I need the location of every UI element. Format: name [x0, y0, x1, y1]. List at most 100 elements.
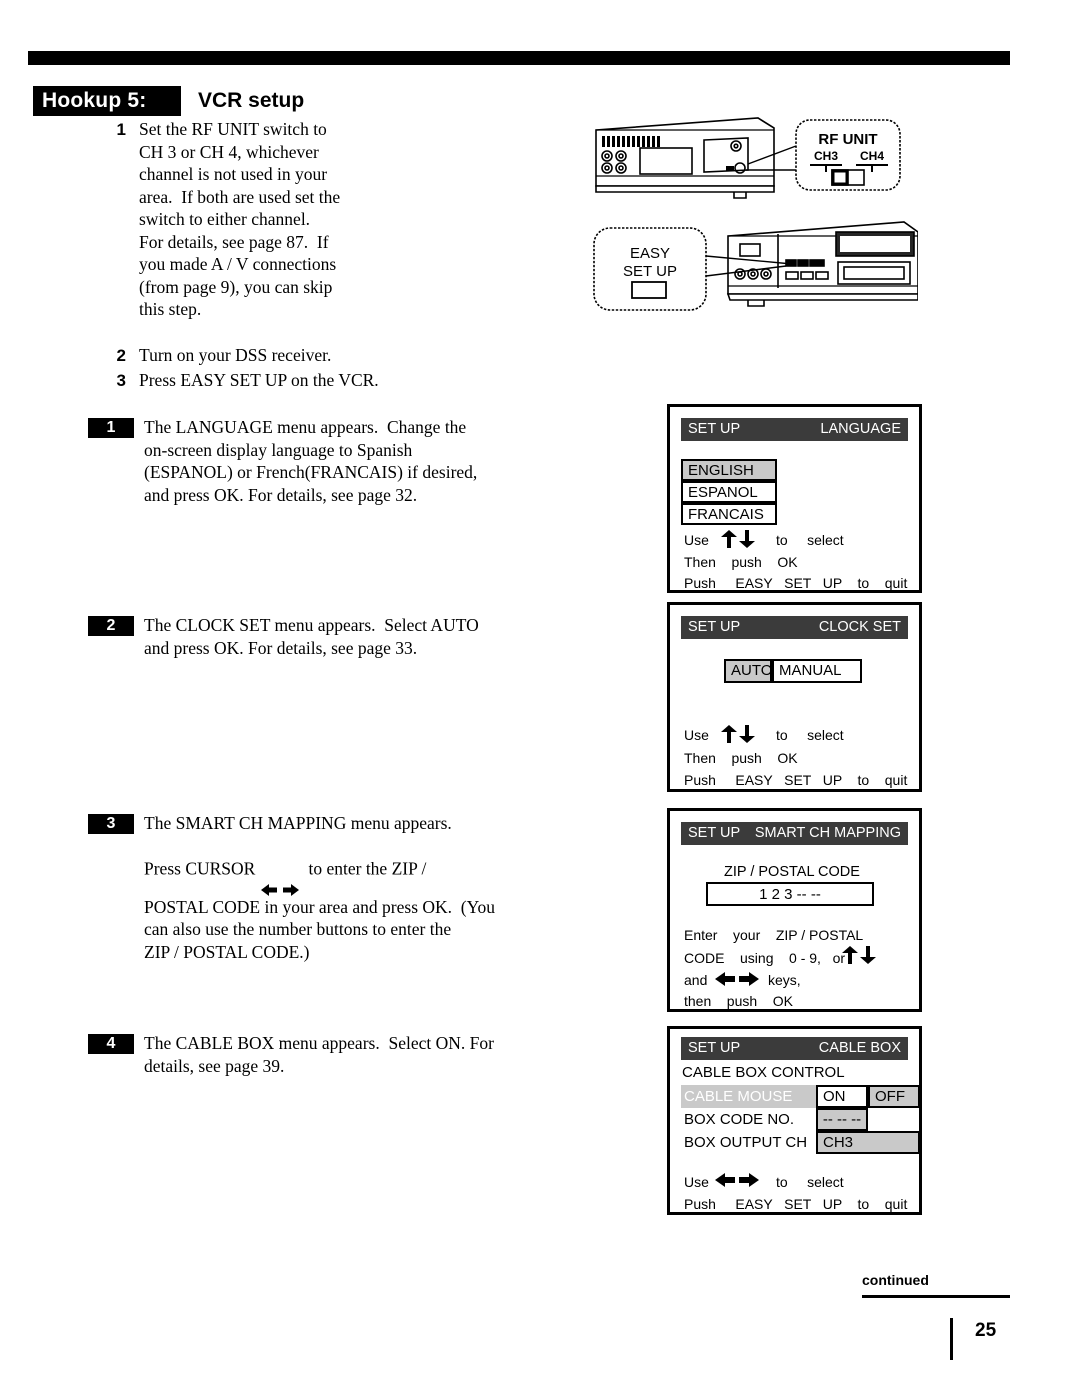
osd-cable-title-right: CABLE BOX [818, 1040, 901, 1056]
hookup-badge: Hookup 5: [33, 86, 181, 116]
osd-option-english[interactable]: ENGLISH [681, 459, 777, 481]
osd-clock-title-right: CLOCK SET [818, 619, 901, 635]
substep-1-line-4: and press OK. For details, see page 32. [144, 484, 418, 505]
easy-label-line2: SET UP [623, 263, 677, 280]
osd-clock-title-left: SET UP [688, 619, 741, 635]
step-1-line-7: you made A / V connections [139, 254, 337, 274]
substep-3-line-1: The SMART CH MAPPING menu appears. [144, 813, 452, 833]
step-1: 1 Set the RF UNIT switch to CH 3 or CH 4… [96, 118, 436, 321]
left-right-arrows-icon [714, 970, 760, 988]
substep-1-number: 1 [88, 418, 134, 438]
osd-language-hint-use: Use [684, 532, 709, 548]
osd-language-hint-select: to select [776, 532, 844, 548]
osd-option-manual[interactable]: MANUAL [772, 659, 862, 683]
osd-smart-hint-3: and [684, 972, 708, 988]
osd-smart-hint-1: Enter your ZIP / POSTAL [684, 927, 864, 943]
substep-4-line-2: details, see page 39. [144, 1055, 285, 1076]
osd-smart-titlebar: SET UP SMART CH MAPPING [681, 822, 908, 845]
zip-postal-code-field[interactable]: 1 2 3 -- -- [706, 882, 874, 906]
osd-cable-hint-use: Use [684, 1174, 709, 1190]
osd-cable-title-left: SET UP [688, 1040, 741, 1056]
osd-language-title-left: SET UP [688, 421, 741, 437]
osd-cable-hint-select: to select [776, 1174, 844, 1190]
substep-4-number: 4 [88, 1034, 134, 1054]
osd-smart-title-right: SMART CH MAPPING [754, 825, 901, 841]
osd-cable-hint-quit: Push EASY SET UP to quit [684, 1196, 908, 1212]
step-2: 2 Turn on your DSS receiver. [96, 344, 496, 368]
step-3: 3 Press EASY SET UP on the VCR. [96, 369, 496, 393]
easy-label-line1: EASY [630, 245, 670, 262]
continued-rule [862, 1295, 1010, 1298]
ch3-label: CH3 [814, 149, 838, 163]
osd-clock-titlebar: SET UP CLOCK SET [681, 616, 908, 639]
step-1-line-9: this step. [139, 299, 202, 319]
manual-page: Hookup 5: VCR setup 1 Set the RF UNIT sw… [0, 0, 1080, 1397]
cable-mouse-on-option[interactable]: ON [816, 1085, 868, 1108]
osd-option-francais[interactable]: FRANCAIS [681, 503, 777, 525]
step-1-line-3: channel is not used in your [139, 164, 328, 184]
osd-cable-titlebar: SET UP CABLE BOX [681, 1037, 908, 1060]
vcr-illustration: RF UNIT CH3 CH4 EASY SET UP [588, 108, 918, 323]
substep-3-body: The SMART CH MAPPING menu appears. Press… [144, 812, 495, 963]
osd-option-auto[interactable]: AUTO [724, 659, 772, 683]
osd-clock-hint-use: Use [684, 727, 709, 743]
osd-language-hint-quit: Push EASY SET UP to quit [684, 575, 908, 591]
substep-4-line-1: The CABLE BOX menu appears. Select ON. F… [144, 1033, 494, 1053]
top-rule [28, 51, 1010, 65]
step-1-line-5: switch to either channel. [139, 209, 311, 229]
substep-3: 3 The SMART CH MAPPING menu appears. Pre… [88, 812, 568, 963]
step-2-line-1: Turn on your DSS receiver. [139, 345, 332, 365]
substep-3-line-2: Press CURSOR to enter the ZIP / [144, 835, 495, 896]
step-3-line-1: Press EASY SET UP on the VCR. [139, 370, 379, 390]
substep-4: 4 The CABLE BOX menu appears. Select ON.… [88, 1032, 568, 1077]
step-1-line-1: Set the RF UNIT switch to [139, 119, 327, 139]
osd-clock-hint-quit: Push EASY SET UP to quit [684, 772, 908, 788]
page-number: 25 [975, 1320, 997, 1341]
cable-mouse-label: CABLE MOUSE [684, 1088, 793, 1105]
step-2-number: 2 [116, 346, 126, 365]
ch4-label: CH4 [860, 149, 884, 163]
substep-1-body: The LANGUAGE menu appears. Change the on… [144, 416, 477, 506]
substep-1: 1 The LANGUAGE menu appears. Change the … [88, 416, 558, 506]
step-3-body: Press EASY SET UP on the VCR. [139, 369, 379, 392]
up-down-arrows-icon [717, 529, 761, 549]
osd-option-espanol[interactable]: ESPANOL [681, 481, 777, 503]
step-1-number: 1 [116, 120, 126, 139]
cable-mouse-off-option[interactable]: OFF [868, 1085, 920, 1108]
rf-unit-label: RF UNIT [818, 131, 877, 148]
box-code-no-value[interactable]: -- -- -- [816, 1108, 868, 1131]
box-output-ch-value[interactable]: CH3 [816, 1131, 920, 1154]
step-1-line-8: (from page 9), you can skip [139, 276, 333, 297]
page-number-bar [950, 1318, 953, 1360]
substep-2-body: The CLOCK SET menu appears. Select AUTO … [144, 614, 479, 659]
box-output-ch-label: BOX OUTPUT CH [684, 1134, 808, 1151]
step-1-line-2: CH 3 or CH 4, whichever [139, 141, 319, 162]
substep-1-line-2: on-screen display language to Spanish [144, 439, 413, 460]
osd-clock-hint-ok: Then push OK [684, 750, 798, 766]
page-header: Hookup 5: VCR setup [33, 86, 304, 116]
substep-3-line-3: POSTAL CODE in your area and press OK. (… [144, 896, 495, 917]
osd-smart-ch-mapping-menu: SET UP SMART CH MAPPING ZIP / POSTAL COD… [667, 808, 922, 1012]
step-3-number: 3 [116, 371, 126, 390]
substep-4-body: The CABLE BOX menu appears. Select ON. F… [144, 1032, 494, 1077]
osd-cable-box-menu: SET UP CABLE BOX CABLE BOX CONTROL CABLE… [667, 1026, 922, 1215]
osd-smart-title-left: SET UP [688, 825, 741, 841]
substep-2-line-1: The CLOCK SET menu appears. Select AUTO [144, 615, 479, 635]
substep-3-line-2-post: to enter the ZIP / [299, 858, 427, 878]
osd-clock-hint-select: to select [776, 727, 844, 743]
page-title: VCR setup [198, 89, 305, 112]
osd-language-title-right: LANGUAGE [820, 421, 901, 437]
substep-3-line-4: can also use the number buttons to enter… [144, 919, 452, 939]
continued-label: continued [862, 1272, 929, 1288]
osd-smart-hint-keys: keys, [768, 972, 801, 988]
substep-2-line-2: and press OK. For details, see page 33. [144, 637, 418, 658]
osd-language-titlebar: SET UP LANGUAGE [681, 418, 908, 441]
left-right-arrows-icon [714, 1171, 760, 1189]
substep-3-line-2-pre: Press CURSOR [144, 858, 260, 878]
substep-1-line-1: The LANGUAGE menu appears. Change the [144, 417, 467, 437]
substep-3-number: 3 [88, 814, 134, 834]
osd-smart-hint-2: CODE using 0 - 9, or [684, 950, 846, 966]
up-down-arrows-icon [838, 945, 882, 965]
step-1-line-6: For details, see page 87. If [139, 231, 329, 252]
step-1-body: Set the RF UNIT switch to CH 3 or CH 4, … [139, 118, 340, 321]
